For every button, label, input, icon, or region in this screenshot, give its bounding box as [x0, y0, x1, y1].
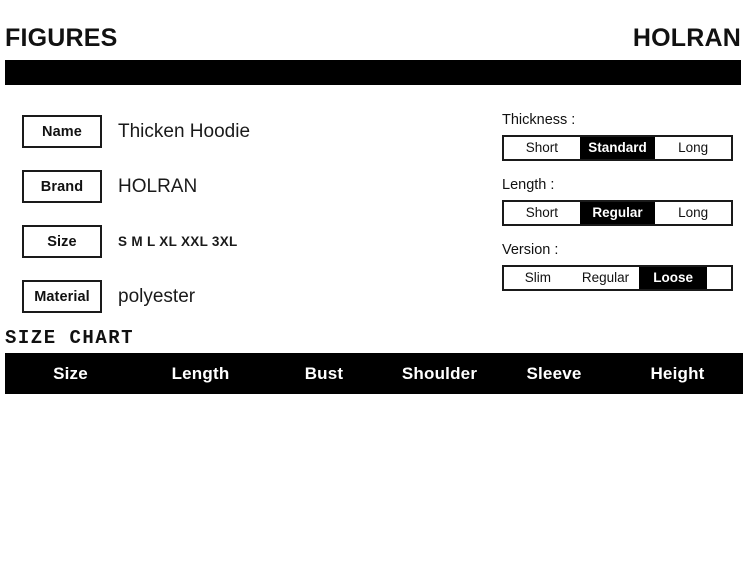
- option-group-thickness: Thickness : Short Standard Long: [502, 112, 733, 161]
- segment-version-slim[interactable]: Slim: [504, 266, 572, 289]
- option-label-thickness: Thickness :: [502, 112, 576, 128]
- page-title-left: FIGURES: [5, 24, 118, 52]
- size-chart-heading: SIZE CHART: [5, 327, 135, 349]
- info-label-box-brand: Brand: [22, 170, 102, 203]
- segment-version-regular[interactable]: Regular: [571, 266, 640, 289]
- column-header-height: Height: [612, 353, 743, 394]
- size-chart-table: Size Length Bust Shoulder Sleeve Height: [5, 353, 743, 394]
- page-header: FIGURES HOLRAN: [0, 0, 748, 92]
- column-header-length: Length: [136, 353, 265, 394]
- option-label-length: Length :: [502, 176, 555, 193]
- option-group-length: Length : Short Regular Long: [502, 176, 733, 226]
- column-header-bust: Bust: [265, 353, 383, 394]
- info-label-size: Size: [47, 233, 77, 250]
- option-label-version: Version :: [502, 241, 559, 258]
- segment-length-short[interactable]: Short: [504, 201, 580, 224]
- segment-thickness-short[interactable]: Short: [504, 136, 580, 159]
- segment-length-long[interactable]: Long: [655, 201, 732, 224]
- segment-version-loose[interactable]: Loose: [639, 266, 708, 289]
- brand-title-right: HOLRAN: [632, 24, 741, 52]
- segment-thickness-long[interactable]: Long: [655, 136, 732, 159]
- info-label-box-name: Name: [22, 115, 102, 148]
- info-label-box-size: Size: [22, 225, 102, 258]
- segmented-control-length[interactable]: Short Regular Long: [502, 199, 733, 226]
- segment-length-regular[interactable]: Regular: [579, 201, 656, 224]
- info-value-material: polyester: [118, 285, 196, 307]
- segment-version-filler: [707, 266, 732, 289]
- product-options-panel: Thickness : Short Standard Long Length :…: [502, 112, 733, 308]
- column-header-sleeve: Sleeve: [496, 353, 612, 394]
- info-value-name: Thicken Hoodie: [118, 120, 251, 142]
- table-header-row: Size Length Bust Shoulder Sleeve Height: [5, 353, 743, 394]
- info-row-material: Material polyester: [22, 278, 352, 315]
- option-group-version: Version : Slim Regular Loose: [502, 241, 733, 291]
- header-title-row: FIGURES HOLRAN: [5, 26, 741, 51]
- column-header-size: Size: [5, 353, 136, 394]
- info-value-brand: HOLRAN: [118, 175, 198, 197]
- info-row-size: Size S M L XL XXL 3XL: [22, 223, 352, 260]
- info-label-name: Name: [42, 123, 82, 140]
- info-label-material: Material: [34, 288, 90, 305]
- info-row-name: Name Thicken Hoodie: [22, 113, 352, 150]
- info-row-brand: Brand HOLRAN: [22, 168, 352, 205]
- info-label-box-material: Material: [22, 280, 102, 313]
- header-divider-bar: [5, 60, 741, 85]
- segmented-control-thickness[interactable]: Short Standard Long: [502, 134, 733, 161]
- info-value-size: S M L XL XXL 3XL: [118, 234, 238, 249]
- segment-thickness-standard[interactable]: Standard: [579, 136, 656, 159]
- segmented-control-version[interactable]: Slim Regular Loose: [502, 264, 733, 291]
- column-header-shoulder: Shoulder: [383, 353, 496, 394]
- info-label-brand: Brand: [40, 178, 84, 195]
- product-info-panel: Name Thicken Hoodie Brand HOLRAN Size S …: [22, 113, 352, 333]
